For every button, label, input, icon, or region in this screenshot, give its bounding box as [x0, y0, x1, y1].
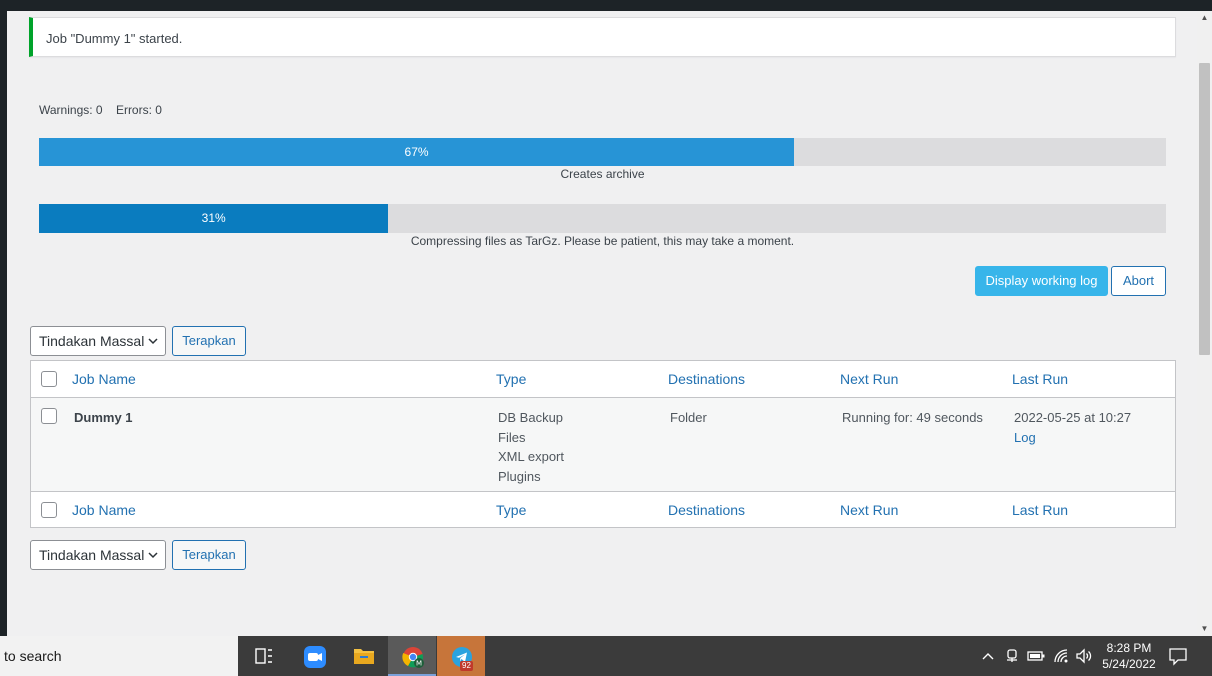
- abort-button[interactable]: Abort: [1111, 266, 1166, 296]
- progress-bar-sub: 31%: [39, 204, 1166, 233]
- scroll-up-icon[interactable]: ▲: [1197, 11, 1212, 25]
- log-link[interactable]: Log: [1014, 428, 1131, 448]
- admin-menu-edge: [0, 0, 7, 636]
- windows-taskbar: to search M 92 8:28 PM 5/24/2022: [0, 636, 1212, 676]
- battery-icon[interactable]: [1027, 650, 1045, 662]
- job-last-run: 2022-05-25 at 10:27 Log: [1014, 408, 1131, 447]
- warnings-errors: Warnings: 0 Errors: 0: [39, 103, 162, 117]
- wifi-icon[interactable]: [1053, 648, 1069, 664]
- table-footer: Job Name Type Destinations Next Run Last…: [31, 491, 1175, 527]
- column-next-run[interactable]: Next Run: [840, 371, 898, 387]
- job-type-item: Files: [498, 429, 526, 445]
- task-view-icon[interactable]: [240, 636, 288, 676]
- job-next-run: Running for: 49 seconds: [842, 410, 983, 425]
- column-job-name[interactable]: Job Name: [72, 371, 136, 387]
- display-working-log-button[interactable]: Display working log: [975, 266, 1108, 296]
- page-scrollbar[interactable]: ▲ ▼: [1197, 11, 1212, 636]
- job-type-item: DB Backup: [498, 410, 564, 425]
- apply-button-top[interactable]: Terapkan: [172, 326, 246, 356]
- bulk-actions-value: Tindakan Massal: [39, 333, 145, 349]
- column-job-name-footer[interactable]: Job Name: [72, 502, 136, 518]
- table-header: Job Name Type Destinations Next Run Last…: [31, 361, 1175, 398]
- bulk-actions-select-bottom[interactable]: Tindakan Massal: [30, 540, 166, 570]
- column-destinations-footer[interactable]: Destinations: [668, 502, 745, 518]
- column-type-footer[interactable]: Type: [496, 502, 526, 518]
- notice-text: Job "Dummy 1" started.: [46, 31, 183, 46]
- chevron-up-icon[interactable]: [981, 650, 995, 662]
- table-row: Dummy 1 DB Backup Files XML export Plugi…: [31, 398, 1175, 491]
- last-run-time: 2022-05-25 at 10:27: [1014, 410, 1132, 425]
- select-all-checkbox[interactable]: [41, 371, 57, 387]
- chevron-down-icon: [148, 338, 158, 345]
- meet-now-icon[interactable]: [1005, 648, 1019, 664]
- column-last-run[interactable]: Last Run: [1012, 371, 1068, 387]
- scrollbar-thumb[interactable]: [1199, 63, 1210, 355]
- volume-icon[interactable]: [1075, 648, 1093, 664]
- job-destinations: Folder: [670, 410, 707, 425]
- job-type-item: Plugins: [498, 468, 541, 484]
- errors-count: Errors: 0: [115, 103, 162, 117]
- row-checkbox[interactable]: [41, 408, 57, 424]
- progress-fill-main: 67%: [39, 138, 795, 166]
- chrome-icon[interactable]: M: [388, 636, 436, 676]
- progress-step-main: Creates archive: [560, 167, 645, 181]
- main-content: Job "Dummy 1" started. Warnings: 0 Error…: [7, 11, 1197, 636]
- job-name[interactable]: Dummy 1: [74, 408, 133, 428]
- zoom-icon[interactable]: [290, 636, 338, 676]
- progress-bar-main: 67%: [39, 138, 1166, 166]
- jobs-table: Job Name Type Destinations Next Run Last…: [30, 360, 1176, 528]
- column-destinations[interactable]: Destinations: [668, 371, 745, 387]
- column-last-run-footer[interactable]: Last Run: [1012, 502, 1068, 518]
- job-type-item: XML export: [498, 449, 564, 464]
- telegram-unread-badge: 92: [460, 661, 473, 671]
- browser-top-strip: [0, 0, 1212, 11]
- bulk-actions-select-top[interactable]: Tindakan Massal: [30, 326, 166, 356]
- warnings-count: Warnings: 0: [39, 103, 103, 117]
- select-all-checkbox-footer[interactable]: [41, 502, 57, 518]
- success-notice: Job "Dummy 1" started.: [29, 17, 1176, 57]
- clock-date: 5/24/2022: [1102, 657, 1156, 671]
- svg-text:M: M: [416, 660, 422, 668]
- column-type[interactable]: Type: [496, 371, 526, 387]
- job-types: DB Backup Files XML export Plugins: [498, 408, 564, 486]
- bulk-actions-value: Tindakan Massal: [39, 547, 145, 563]
- progress-step-sub: Compressing files as TarGz. Please be pa…: [410, 234, 795, 248]
- column-next-run-footer[interactable]: Next Run: [840, 502, 898, 518]
- notification-icon[interactable]: [1168, 646, 1188, 666]
- taskbar-clock[interactable]: 8:28 PM 5/24/2022: [1099, 640, 1159, 672]
- file-explorer-icon[interactable]: [339, 636, 387, 676]
- scroll-down-icon[interactable]: ▼: [1197, 622, 1212, 636]
- clock-time: 8:28 PM: [1106, 641, 1152, 655]
- apply-button-bottom[interactable]: Terapkan: [172, 540, 246, 570]
- chevron-down-icon: [148, 552, 158, 559]
- progress-fill-sub: 31%: [39, 204, 389, 233]
- taskbar-search[interactable]: to search: [0, 636, 238, 676]
